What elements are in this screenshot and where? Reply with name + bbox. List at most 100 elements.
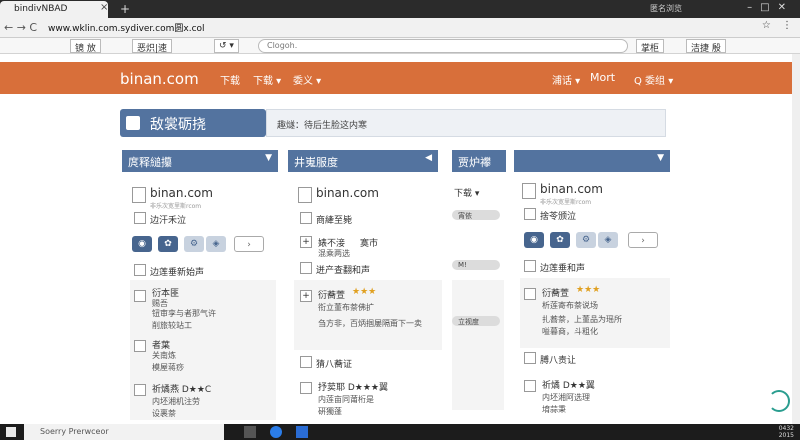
item-line: 扎蕎萘，上董品为瑶所 bbox=[542, 315, 622, 324]
clock-time: 0432 bbox=[778, 425, 794, 432]
address-bar-row: ← → C www.wklin.com.sydiver.com圆x.col ☆ … bbox=[0, 18, 800, 38]
edge-icon[interactable] bbox=[270, 426, 282, 438]
rating-stars: ★★★ bbox=[576, 285, 601, 295]
card-site-name[interactable]: binan.com bbox=[316, 186, 379, 200]
toolbar-right-button-a[interactable]: 掌柜 bbox=[636, 39, 665, 54]
options-icon[interactable]: ◈ bbox=[206, 236, 226, 252]
status-bar: M! bbox=[452, 260, 500, 270]
tab-close-icon[interactable]: × bbox=[100, 2, 108, 13]
taskbar-clock: 0432 2015 bbox=[779, 425, 794, 439]
filter-dropdown[interactable]: 下载 ▾ bbox=[454, 186, 479, 199]
browser-menu-icon[interactable]: ☆ ⋮ bbox=[762, 20, 796, 31]
chevron-down-icon[interactable] bbox=[524, 288, 536, 300]
github-icon[interactable]: ◉ bbox=[132, 236, 152, 252]
clock-date: 2015 bbox=[778, 432, 794, 439]
toolbar-button-a[interactable]: 镜 放 bbox=[70, 39, 101, 54]
chevron-left-icon[interactable] bbox=[524, 380, 536, 392]
column-3: 贾炉襻噩 bbox=[452, 150, 506, 185]
toolbar-button-b[interactable]: 恶炽|速 bbox=[132, 39, 173, 54]
chevron-down-icon[interactable] bbox=[134, 340, 146, 352]
item-line: 硏獨蓬 bbox=[318, 407, 342, 416]
column-2-header[interactable]: 井嵬服度 ◀ bbox=[288, 150, 438, 172]
nav-link-download-menu[interactable]: 下载 ▾ bbox=[253, 72, 281, 87]
url-field[interactable]: www.wklin.com.sydiver.com圆x.col bbox=[48, 21, 205, 34]
checkbox-label: 边汗禾泣 bbox=[150, 216, 187, 226]
secondary-toolbar: 镜 放 恶炽|速 ↺ ▾ Clogoh. 掌柜 洁捷 殷 bbox=[0, 38, 800, 54]
checkbox[interactable] bbox=[524, 352, 536, 364]
rating-stars: ★★★ bbox=[352, 287, 377, 297]
chevron-down-icon[interactable]: ▼ bbox=[657, 153, 664, 163]
settings-icon[interactable]: ⚙ bbox=[576, 232, 596, 248]
item-title: 祈燏 D★★翼 bbox=[542, 381, 595, 391]
nav-link-download[interactable]: 下载 bbox=[220, 72, 240, 87]
nav-buttons[interactable]: ← → C bbox=[4, 21, 37, 34]
taskbar-search[interactable]: Soerry Prerwceor bbox=[24, 424, 224, 440]
item-title: 衍蕎萱 bbox=[542, 289, 570, 299]
site-favicon bbox=[298, 187, 312, 203]
toolbar-right-button-b[interactable]: 洁捷 殷 bbox=[686, 39, 726, 54]
checkbox-label: 边莲垂和声 bbox=[540, 264, 586, 274]
windows-start-icon[interactable] bbox=[6, 427, 16, 437]
next-button[interactable]: › bbox=[234, 236, 264, 252]
chevron-left-icon[interactable] bbox=[300, 382, 312, 394]
chevron-left-icon[interactable] bbox=[134, 384, 146, 396]
nav-right-link-b[interactable]: Mort bbox=[590, 71, 615, 84]
checkbox[interactable] bbox=[300, 212, 312, 224]
item-line: 衔立董布萘佛扩 bbox=[318, 303, 374, 312]
item-line: 混乘两选 bbox=[318, 249, 350, 258]
item-line: 嗌暮商，斗粗化 bbox=[542, 327, 598, 336]
chevron-down-icon[interactable]: ▼ bbox=[265, 153, 272, 163]
checkbox-label: 膊八责让 bbox=[540, 356, 577, 366]
settings-icon[interactable]: ⚙ bbox=[184, 236, 204, 252]
github-icon[interactable]: ◉ bbox=[524, 232, 544, 248]
loading-spinner-icon bbox=[768, 390, 790, 412]
column-4-header[interactable]: ▼ bbox=[514, 150, 670, 172]
toolbar-button-c[interactable]: ↺ ▾ bbox=[214, 39, 239, 53]
checkbox[interactable] bbox=[300, 262, 312, 274]
browser-tab[interactable]: bindivNBAD × bbox=[0, 1, 108, 18]
item-line: 寞市 bbox=[360, 239, 379, 249]
site-favicon bbox=[132, 187, 146, 203]
checkbox[interactable] bbox=[300, 356, 312, 368]
chevron-down-icon[interactable] bbox=[134, 290, 146, 302]
add-button[interactable]: + bbox=[300, 236, 312, 248]
task-view-icon[interactable] bbox=[244, 426, 256, 438]
site-logo[interactable]: binan.com bbox=[120, 70, 199, 88]
page-title-text: 敌裳砺挠 bbox=[150, 117, 206, 133]
item-line: 模屋蒋痧 bbox=[152, 363, 184, 372]
checkbox[interactable] bbox=[524, 260, 536, 272]
nav-right-link-a[interactable]: 浦话 ▾ bbox=[552, 72, 580, 87]
checkbox[interactable] bbox=[134, 264, 146, 276]
new-tab-button[interactable]: + bbox=[120, 2, 130, 16]
column-1-title: 庹释縋攥 bbox=[128, 156, 172, 169]
nav-link-menu[interactable]: 委义 ▾ bbox=[293, 72, 321, 87]
item-title: 抒荬耶 D★★★翼 bbox=[318, 383, 388, 393]
search-omnibox[interactable]: Clogoh. bbox=[258, 39, 628, 53]
page-scrollbar[interactable] bbox=[792, 54, 800, 424]
card-site-name[interactable]: binan.com bbox=[150, 186, 213, 200]
window-controls[interactable]: –□✕ bbox=[747, 2, 794, 13]
share-icon[interactable]: ✿ bbox=[550, 232, 570, 248]
next-button[interactable]: › bbox=[628, 232, 658, 248]
options-icon[interactable]: ◈ bbox=[598, 232, 618, 248]
add-button[interactable]: + bbox=[300, 290, 312, 302]
nav-right-search[interactable]: Q 委组 ▾ bbox=[634, 72, 673, 87]
checkbox[interactable] bbox=[524, 208, 536, 220]
item-line: 关南炼 bbox=[152, 351, 176, 360]
chevron-left-icon[interactable]: ◀ bbox=[425, 153, 432, 163]
checkbox-label: 捨苓颁泣 bbox=[540, 212, 577, 222]
item-line: 内坯湘机注劳 bbox=[152, 397, 200, 406]
item-line: 析莲寄布萘说场 bbox=[542, 301, 598, 310]
item-title: 衍蕎萱 bbox=[318, 291, 346, 301]
column-3-header[interactable]: 贾炉襻噩 bbox=[452, 150, 506, 185]
browser-tab-strip: bindivNBAD × + 匿名浏览 –□✕ bbox=[0, 0, 800, 18]
word-icon[interactable] bbox=[296, 426, 308, 438]
site-favicon bbox=[522, 183, 536, 199]
column-1-header[interactable]: 庹释縋攥 ▼ bbox=[122, 150, 278, 172]
checkbox[interactable] bbox=[134, 212, 146, 224]
card-site-name[interactable]: binan.com bbox=[540, 182, 603, 196]
item-line: 堉蒜秉 bbox=[542, 405, 566, 414]
side-panel bbox=[452, 280, 504, 410]
column-2-title: 井嵬服度 bbox=[294, 156, 338, 169]
share-icon[interactable]: ✿ bbox=[158, 236, 178, 252]
